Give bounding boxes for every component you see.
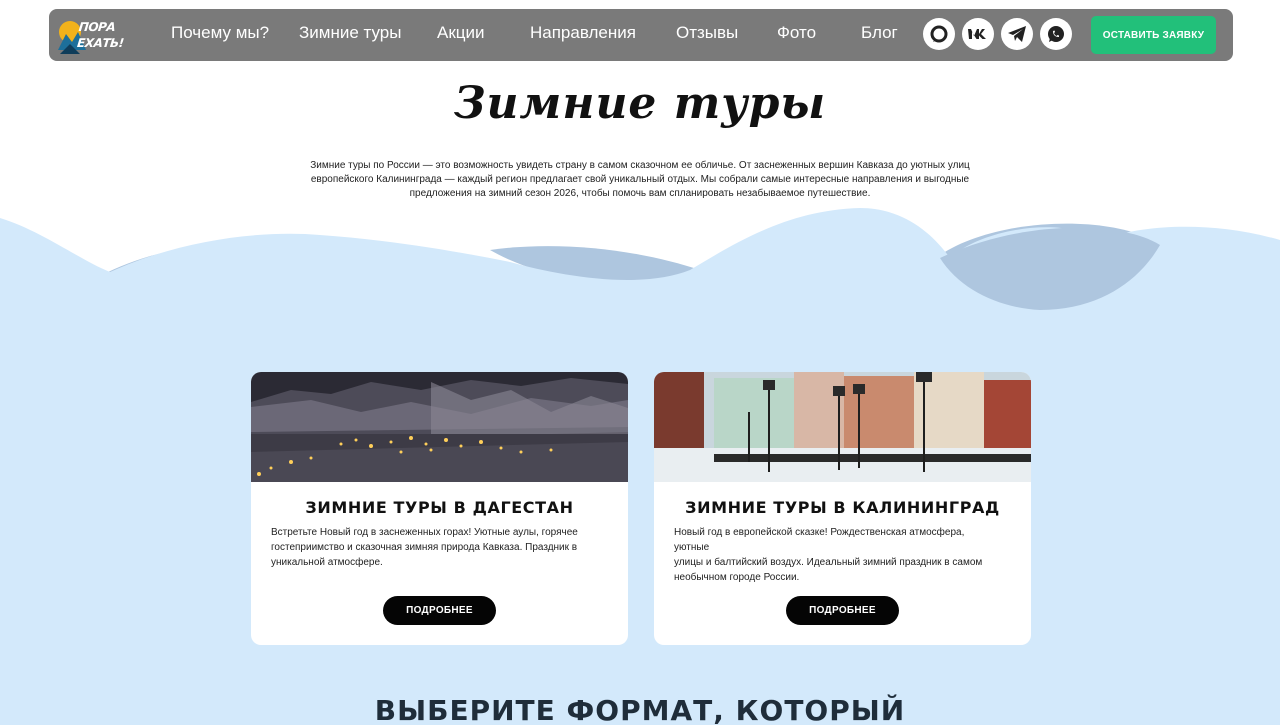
more-button-dagestan[interactable]: ПОДРОБНЕЕ: [383, 596, 496, 625]
nav-destinations[interactable]: Направления: [530, 23, 636, 43]
logo-text: ПОРА ЕХАТЬ!: [76, 20, 125, 50]
kaliningrad-street-image: [654, 372, 1031, 482]
intro-text: Зимние туры по России — это возможность …: [310, 160, 970, 199]
header-bar: ПОРА ЕХАТЬ! Почему мы? Зимние туры Акции…: [49, 9, 1233, 61]
whatsapp-icon[interactable]: [1040, 18, 1072, 50]
page-title: Зимние туры: [453, 78, 827, 129]
logo[interactable]: ПОРА ЕХАТЬ!: [56, 16, 124, 56]
max-icon[interactable]: [923, 18, 955, 50]
more-button-kaliningrad[interactable]: ПОДРОБНЕЕ: [786, 596, 899, 625]
dagestan-night-village-image: [251, 372, 628, 482]
telegram-icon[interactable]: [1001, 18, 1033, 50]
tour-card-kaliningrad: ЗИМНИЕ ТУРЫ В КАЛИНИНГРАД Новый год в ев…: [654, 372, 1031, 645]
card-title: ЗИМНИЕ ТУРЫ В ДАГЕСТАН: [305, 498, 574, 517]
nav-promotions[interactable]: Акции: [437, 23, 485, 43]
nav-reviews[interactable]: Отзывы: [676, 23, 738, 43]
tour-card-dagestan: ЗИМНИЕ ТУРЫ В ДАГЕСТАН Встретьте Новый г…: [251, 372, 628, 645]
nav-why-us[interactable]: Почему мы?: [171, 23, 269, 43]
nav-winter-tours[interactable]: Зимние туры: [299, 23, 401, 43]
section-heading: ВЫБЕРИТЕ ФОРМАТ, КОТОРЫЙ: [374, 694, 906, 725]
card-description: Встретьте Новый год в заснеженных горах!…: [271, 527, 578, 568]
card-title: ЗИМНИЕ ТУРЫ В КАЛИНИНГРАД: [685, 498, 1000, 517]
nav-blog[interactable]: Блог: [861, 23, 898, 43]
wave-background: [0, 208, 1280, 725]
card-description: Новый год в европейской сказке! Рождеств…: [674, 527, 983, 583]
leave-request-button[interactable]: ОСТАВИТЬ ЗАЯВКУ: [1091, 16, 1216, 54]
vk-icon[interactable]: [962, 18, 994, 50]
nav-photo[interactable]: Фото: [777, 23, 816, 43]
